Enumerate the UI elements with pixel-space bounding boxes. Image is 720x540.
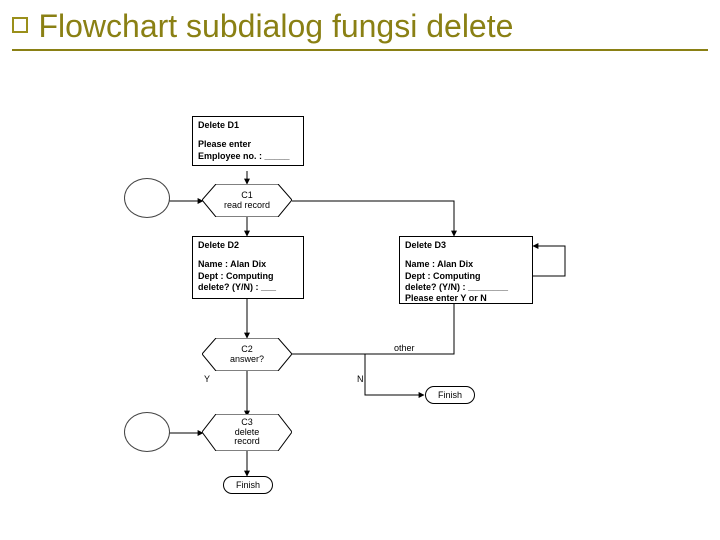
box-d3: Delete D3 Name : Alan Dix Dept : Computi…: [399, 236, 533, 304]
c2-l2: answer?: [230, 355, 264, 365]
finish-n: Finish: [425, 386, 475, 404]
title-rule: [12, 49, 708, 51]
hex-c3: C3deleterecord: [202, 414, 292, 451]
slide-title-block: Flowchart subdialog fungsi delete: [0, 0, 720, 57]
d1-header: Delete D1: [198, 120, 298, 131]
c3-l3: record: [234, 437, 260, 447]
d2-body: Name : Alan Dix Dept : Computing delete?…: [198, 259, 298, 293]
connector-lines: [9, 116, 714, 531]
d3-header: Delete D3: [405, 240, 527, 251]
box-d2: Delete D2 Name : Alan Dix Dept : Computi…: [192, 236, 304, 299]
d3-body: Name : Alan Dix Dept : Computing delete?…: [405, 259, 527, 304]
d1-body: Please enter Employee no. : _____: [198, 139, 298, 162]
flowchart-stage: Delete D1 Please enter Employee no. : __…: [9, 116, 714, 531]
c1-l2: read record: [224, 201, 270, 211]
slide-title: Flowchart subdialog fungsi delete: [38, 8, 513, 44]
label-y: Y: [204, 374, 210, 384]
hex-c1: C1read record: [202, 184, 292, 217]
title-bullet-icon: [12, 17, 28, 33]
label-other: other: [394, 343, 415, 353]
loop-icon: [124, 412, 170, 452]
d2-header: Delete D2: [198, 240, 298, 251]
finish-bottom: Finish: [223, 476, 273, 494]
box-d1: Delete D1 Please enter Employee no. : __…: [192, 116, 304, 166]
loop-icon: [124, 178, 170, 218]
label-n: N: [357, 374, 364, 384]
hex-c2: C2answer?: [202, 338, 292, 371]
